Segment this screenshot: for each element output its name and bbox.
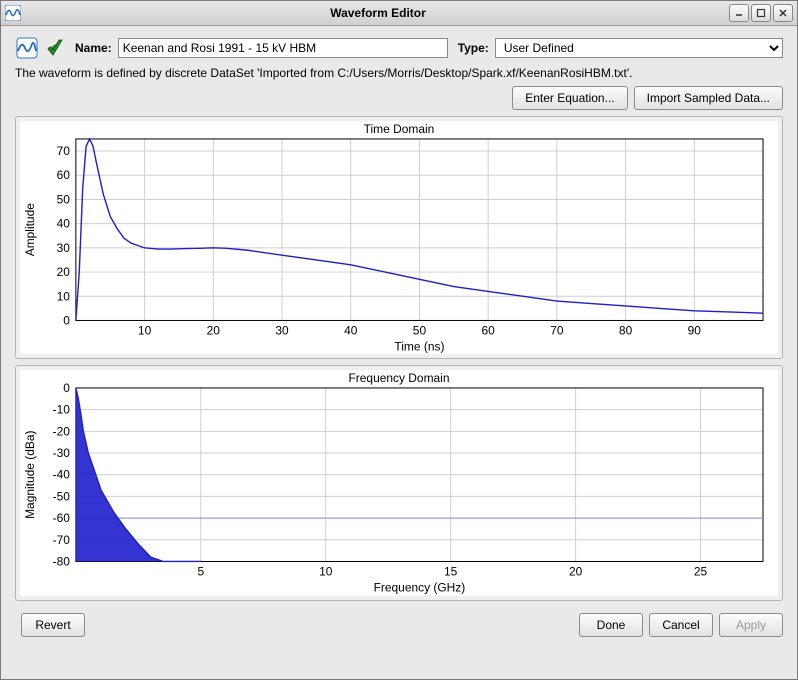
description-text: The waveform is defined by discrete Data… [15,66,783,80]
svg-text:Frequency Domain: Frequency Domain [349,371,450,385]
freq-domain-chart: Frequency Domain 5 10 15 20 25 -80 -70 -60 -50 -40… [20,370,778,595]
app-icon [5,5,21,21]
svg-text:0: 0 [63,313,70,327]
window-buttons [729,4,793,22]
svg-text:70: 70 [57,144,71,158]
type-select[interactable]: User Defined [495,38,783,58]
svg-text:20: 20 [207,323,221,337]
svg-text:-80: -80 [53,555,71,569]
svg-text:10: 10 [138,323,152,337]
done-button[interactable]: Done [579,613,643,637]
apply-button[interactable]: Apply [719,613,783,637]
freq-domain-frame: Frequency Domain 5 10 15 20 25 -80 -70 -60 -50 -40… [15,365,783,600]
svg-text:60: 60 [482,323,496,337]
time-domain-chart: Time Domain 10 20 30 40 50 60 70 80 90 0 10 20 30 40 50… [20,121,778,354]
svg-text:-40: -40 [53,468,71,482]
svg-text:-50: -50 [53,490,71,504]
minimize-button[interactable] [729,4,749,22]
name-label: Name: [75,41,112,55]
svg-text:20: 20 [57,265,71,279]
close-button[interactable] [773,4,793,22]
maximize-button[interactable] [751,4,771,22]
svg-text:-30: -30 [53,446,71,460]
app-window: Waveform Editor [0,0,798,680]
svg-text:10: 10 [57,289,71,303]
svg-text:80: 80 [619,323,633,337]
svg-text:15: 15 [444,565,458,579]
svg-text:25: 25 [694,565,708,579]
enter-equation-button[interactable]: Enter Equation... [512,86,627,110]
import-sampled-button[interactable]: Import Sampled Data... [634,86,783,110]
svg-text:10: 10 [319,565,333,579]
svg-text:Frequency (GHz): Frequency (GHz) [374,581,466,595]
svg-text:60: 60 [57,168,71,182]
window-title: Waveform Editor [27,6,729,20]
svg-text:30: 30 [275,323,289,337]
svg-text:40: 40 [344,323,358,337]
svg-text:90: 90 [688,323,702,337]
svg-text:5: 5 [197,565,204,579]
content-area: Name: Type: User Defined The waveform is… [1,26,797,679]
time-domain-frame: Time Domain 10 20 30 40 50 60 70 80 90 0 10 20 30 40 50… [15,116,783,359]
svg-text:Time Domain: Time Domain [364,122,435,136]
waveform-icon [15,36,39,60]
svg-text:Amplitude: Amplitude [23,203,37,257]
svg-text:Time (ns): Time (ns) [394,339,444,353]
svg-text:-70: -70 [53,533,71,547]
svg-text:-20: -20 [53,425,71,439]
svg-text:50: 50 [57,192,71,206]
action-row: Enter Equation... Import Sampled Data... [15,86,783,110]
svg-text:Magnitude (dBa): Magnitude (dBa) [23,431,37,519]
svg-text:20: 20 [569,565,583,579]
revert-button[interactable]: Revert [21,613,85,637]
title-bar: Waveform Editor [1,1,797,26]
header-row: Name: Type: User Defined [15,36,783,60]
svg-text:50: 50 [413,323,427,337]
name-input[interactable] [118,38,448,58]
type-label: Type: [458,41,489,55]
svg-text:30: 30 [57,241,71,255]
svg-text:40: 40 [57,217,71,231]
svg-text:-60: -60 [53,511,71,525]
svg-text:-10: -10 [53,403,71,417]
svg-text:70: 70 [550,323,564,337]
checkmark-icon [43,36,67,60]
svg-text:0: 0 [63,381,70,395]
cancel-button[interactable]: Cancel [649,613,713,637]
footer-row: Revert Done Cancel Apply [15,607,783,637]
